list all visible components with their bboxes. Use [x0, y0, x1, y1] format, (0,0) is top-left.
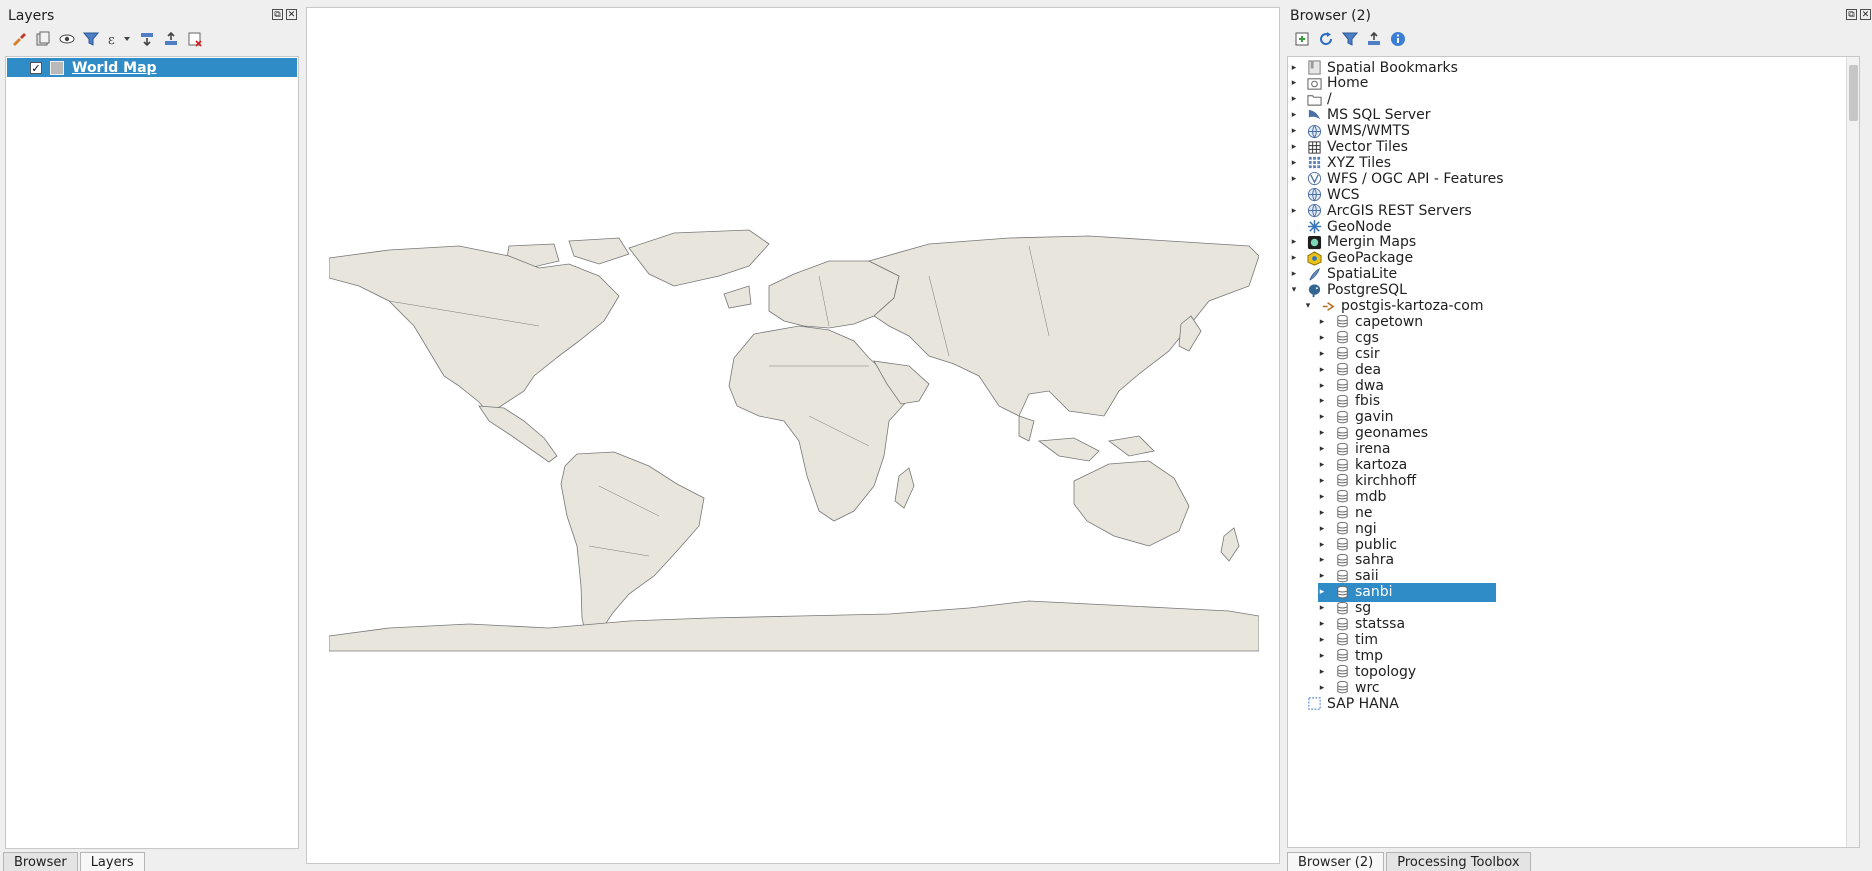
layer-item-world-map[interactable]: ✓ World Map: [7, 58, 297, 77]
left-dock-tabs: Browser Layers: [3, 852, 145, 871]
vertical-scrollbar[interactable]: [1846, 57, 1859, 847]
tab-browser[interactable]: Browser (2): [1287, 852, 1385, 871]
browser-toolbar: [1293, 30, 1407, 48]
filter-expression-icon[interactable]: ε: [106, 30, 132, 48]
remove-layer-icon[interactable]: [186, 30, 204, 48]
expand-arrow-icon[interactable]: ▸: [1318, 603, 1326, 613]
close-panel-icon[interactable]: ✕: [286, 9, 297, 20]
tab-processing-toolbox[interactable]: Processing Toolbox: [1386, 852, 1531, 871]
collapse-all-icon[interactable]: [162, 30, 180, 48]
expand-arrow-icon[interactable]: ▸: [1318, 333, 1326, 343]
expand-arrow-icon[interactable]: ▸: [1318, 619, 1326, 629]
expand-all-icon[interactable]: [138, 30, 156, 48]
float-panel-icon[interactable]: ⧉: [272, 9, 283, 20]
expand-arrow-icon[interactable]: ▸: [1318, 492, 1326, 502]
expand-arrow-icon[interactable]: ▸: [1290, 94, 1298, 104]
expand-arrow-icon[interactable]: ▸: [1318, 460, 1326, 470]
scrollbar-thumb[interactable]: [1849, 65, 1858, 121]
layer-name[interactable]: World Map: [72, 60, 157, 76]
right-dock-tabs: Browser (2) Processing Toolbox: [1287, 852, 1531, 871]
expand-arrow-icon[interactable]: ▸: [1318, 444, 1326, 454]
layers-toolbar: ε: [10, 30, 204, 48]
tab-browser[interactable]: Browser: [3, 852, 78, 871]
tab-layers[interactable]: Layers: [79, 852, 145, 871]
collapse-arrow-icon[interactable]: ▾: [1290, 285, 1298, 295]
collapse-all-icon[interactable]: [1365, 30, 1383, 48]
layers-tree: ✓ World Map: [5, 56, 299, 849]
layers-dock-buttons: ⧉ ✕: [272, 9, 297, 20]
expand-arrow-icon[interactable]: ▸: [1318, 396, 1326, 406]
style-layer-icon[interactable]: [10, 30, 28, 48]
expand-arrow-icon[interactable]: ▸: [1318, 412, 1326, 422]
expand-arrow-icon[interactable]: ▸: [1290, 206, 1298, 216]
expand-arrow-icon[interactable]: ▸: [1290, 110, 1298, 120]
expand-arrow-icon[interactable]: ▸: [1290, 126, 1298, 136]
polygon-symbol-icon: [50, 60, 64, 75]
expand-arrow-icon[interactable]: ▸: [1318, 667, 1326, 677]
expand-arrow-icon[interactable]: ▸: [1318, 381, 1326, 391]
layer-visibility-checkbox[interactable]: ✓: [30, 61, 42, 74]
filter-legend-icon[interactable]: [82, 30, 100, 48]
browser-panel-title: Browser (2): [1290, 8, 1372, 24]
tree-item-label: Home: [1327, 75, 1369, 92]
add-selected-layers-icon[interactable]: [1293, 30, 1311, 48]
tree-item-sap-hana[interactable]: SAP HANA: [1290, 694, 1399, 713]
expand-arrow-icon[interactable]: ▸: [1290, 158, 1298, 168]
info-icon[interactable]: [1389, 30, 1407, 48]
expand-arrow-icon[interactable]: ▸: [1290, 174, 1298, 184]
expand-arrow-icon[interactable]: ▸: [1290, 78, 1298, 88]
layers-panel-title: Layers: [8, 8, 55, 24]
filter-browser-icon[interactable]: [1341, 30, 1359, 48]
hana-icon: [1306, 696, 1322, 712]
browser-dock-buttons: ⧉ ✕: [1846, 9, 1871, 20]
expand-arrow-icon[interactable]: ▸: [1290, 269, 1298, 279]
manage-visibility-icon[interactable]: [58, 30, 76, 48]
expand-arrow-icon[interactable]: ▸: [1290, 63, 1298, 73]
refresh-icon[interactable]: [1317, 30, 1335, 48]
expand-arrow-icon[interactable]: ▸: [1318, 476, 1326, 486]
expand-arrow-icon[interactable]: ▸: [1318, 683, 1326, 693]
expand-arrow-icon[interactable]: ▸: [1318, 571, 1326, 581]
tree-item-label: SAP HANA: [1327, 695, 1399, 712]
expand-arrow-icon[interactable]: ▸: [1318, 428, 1326, 438]
expand-arrow-icon[interactable]: ▸: [1318, 540, 1326, 550]
float-panel-icon[interactable]: ⧉: [1846, 9, 1857, 20]
expand-arrow-icon[interactable]: ▸: [1318, 555, 1326, 565]
add-group-icon[interactable]: [34, 30, 52, 48]
expand-arrow-icon[interactable]: ▸: [1318, 317, 1326, 327]
expand-arrow-icon[interactable]: ▸: [1290, 237, 1298, 247]
browser-tree: ▸ Spatial Bookmarks ▸ Home ▸ / ▸ MS SQL Server ▸…: [1287, 56, 1860, 848]
expand-arrow-icon[interactable]: ▸: [1318, 508, 1326, 518]
world-map-layer: [329, 229, 1259, 652]
map-canvas[interactable]: [306, 7, 1280, 864]
expand-arrow-icon[interactable]: ▸: [1318, 651, 1326, 661]
expand-arrow-icon[interactable]: ▸: [1290, 142, 1298, 152]
expand-arrow-icon[interactable]: ▸: [1318, 524, 1326, 534]
expand-arrow-icon[interactable]: ▸: [1318, 587, 1326, 597]
expand-arrow-icon[interactable]: ▸: [1318, 365, 1326, 375]
expand-arrow-icon[interactable]: ▸: [1290, 253, 1298, 263]
collapse-arrow-icon[interactable]: ▾: [1304, 301, 1312, 311]
svg-text:ε: ε: [108, 33, 115, 47]
expand-arrow-icon[interactable]: ▸: [1318, 635, 1326, 645]
expand-arrow-icon[interactable]: ▸: [1318, 349, 1326, 359]
close-panel-icon[interactable]: ✕: [1860, 9, 1871, 20]
